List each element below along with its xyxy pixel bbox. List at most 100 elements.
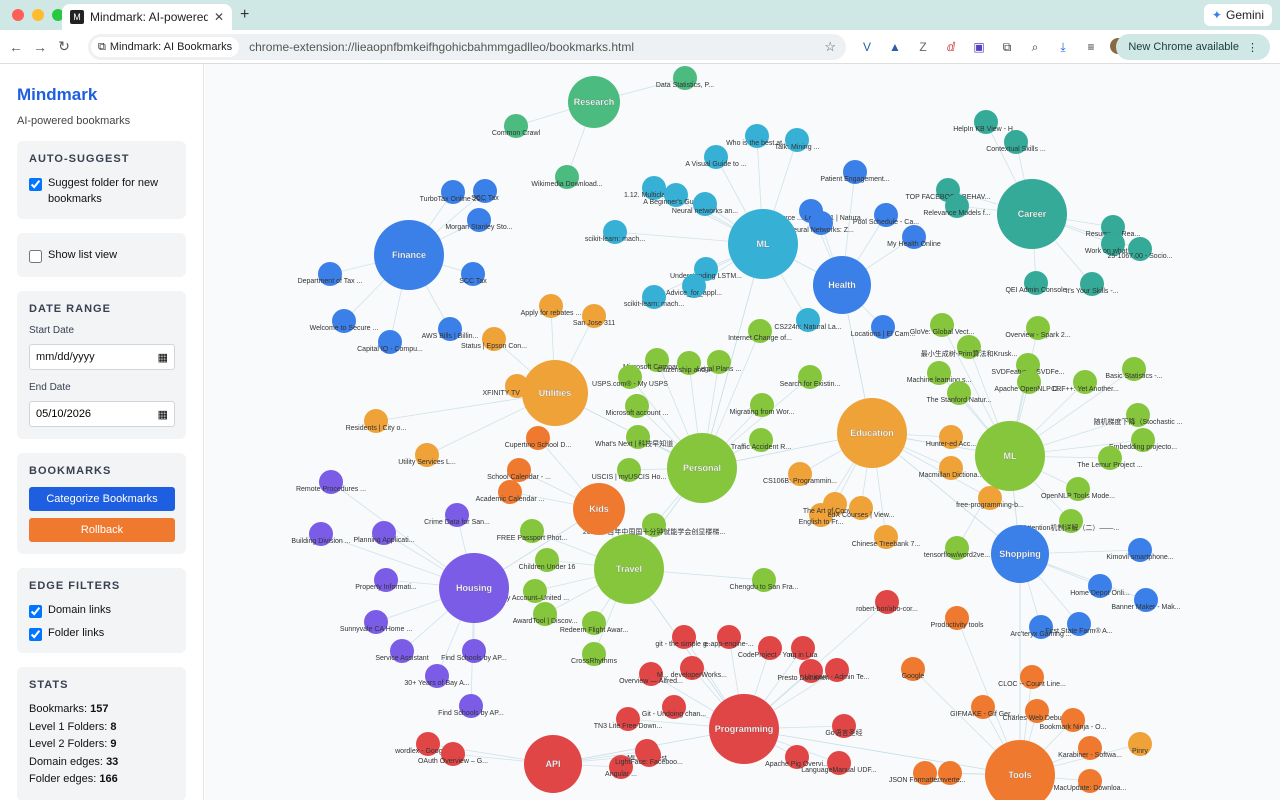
bookmark-node[interactable]: Remote Procedures ...	[296, 470, 366, 494]
folder-hub[interactable]: Utilities	[522, 360, 588, 426]
folder-hub[interactable]: ML	[728, 209, 798, 279]
minimize-window-icon[interactable]	[32, 9, 44, 21]
bookmark-node[interactable]: Common Crawl	[492, 114, 541, 138]
calendar-icon[interactable]: ▦	[158, 351, 168, 364]
reload-icon[interactable]: ↻	[52, 38, 76, 55]
reading-list-icon[interactable]: ≡	[1082, 38, 1100, 56]
start-date-input[interactable]: mm/dd/yyyy ▦	[29, 344, 175, 370]
vee-extension-icon[interactable]: V	[858, 38, 876, 56]
grid-extension-icon[interactable]: ▣	[970, 38, 988, 56]
bookmark-node[interactable]: Legal Plans ...	[697, 350, 741, 374]
bookmark-node[interactable]: Utility Services L...	[398, 443, 456, 467]
bookmark-node[interactable]: AwardTool | Discov...	[513, 602, 578, 626]
forward-arrow-icon[interactable]: →	[28, 39, 52, 55]
bookmark-node[interactable]: Patient Engagement...	[820, 160, 890, 184]
bookmark-node[interactable]: A Visual Guide to ...	[685, 145, 747, 169]
bookmark-node[interactable]: Embedding projecto...	[1109, 428, 1177, 452]
bookmark-node[interactable]: Pinry	[1128, 732, 1152, 756]
bookmark-node[interactable]: CS106B: Programmin...	[763, 462, 837, 486]
bookmark-node[interactable]: Search for Existin...	[780, 365, 841, 389]
menu-kebab-icon[interactable]: ⋮	[1247, 41, 1258, 54]
domain-links-option[interactable]: Domain links	[29, 602, 174, 618]
browser-tab[interactable]: M Mindmark: AI-powered Bookm… ✕	[62, 4, 232, 30]
folder-hub[interactable]: Education	[837, 398, 907, 468]
bookmark-node[interactable]: Contextual Skills ...	[986, 130, 1046, 154]
bookmark-node[interactable]: MacUpdate: Downloa...	[1054, 769, 1127, 793]
bookmark-node[interactable]: CLOC -- Count Line...	[998, 665, 1066, 689]
bookmark-node[interactable]: 最小生成树-Prim算法和Krusk...	[921, 335, 1017, 359]
new-tab-icon[interactable]: +	[240, 6, 249, 24]
bookmark-node[interactable]: Building Division ...	[291, 522, 351, 546]
bookmark-graph[interactable]: Data Statistics, P... Common Crawl Wikimed…	[205, 64, 1280, 800]
bookmark-node[interactable]: Cupertino School D...	[505, 426, 572, 450]
auto-suggest-option[interactable]: Suggest folder for new bookmarks	[29, 175, 174, 207]
bookmark-node[interactable]: CrossRhythms	[571, 642, 617, 666]
folder-hub[interactable]: Research	[568, 76, 620, 128]
folder-hub[interactable]: API	[524, 735, 582, 793]
bookmark-node[interactable]: GloVe: Global Vect...	[910, 313, 975, 337]
bookmark-node[interactable]: Chengdu to San Fra...	[730, 568, 799, 592]
bookmark-node[interactable]: It's Your Skills -...	[1065, 272, 1119, 296]
bookmark-node[interactable]: First State Farm® A...	[1045, 612, 1113, 636]
bookmark-node[interactable]: tensorflow/word2ve...	[924, 536, 990, 560]
bookmark-node[interactable]: Find Schools by AP...	[438, 694, 504, 718]
bookmark-node[interactable]: AWS Bills | Billin...	[422, 317, 479, 341]
chrome-update-button[interactable]: New Chrome available ⋮	[1116, 34, 1270, 60]
bookmark-node[interactable]: SCC Tax	[459, 262, 487, 286]
graph-svg[interactable]: Data Statistics, P... Common Crawl Wikimed…	[205, 64, 1280, 800]
bookmark-node[interactable]: Planning Applicati...	[353, 521, 415, 545]
bookmark-node[interactable]: Service Assistant	[375, 639, 429, 663]
bookmark-node[interactable]: What's Next | 科技早知道 ...	[595, 425, 681, 449]
close-tab-icon[interactable]: ✕	[214, 10, 224, 24]
gemini-button[interactable]: ✦ Gemini	[1203, 4, 1272, 26]
bookmark-node[interactable]: Understanding LSTM...	[670, 257, 742, 281]
bookmark-node[interactable]: Overview - Spark 2...	[1005, 316, 1071, 340]
bookmark-node[interactable]: Arc'teryx Gaming ...	[1010, 615, 1072, 639]
bookmark-node[interactable]: Crime Data for San...	[424, 503, 490, 527]
bookmark-node[interactable]: Apply for rebates ...	[521, 294, 582, 318]
bookmark-node[interactable]: robert-bor/aho-cor...	[856, 590, 918, 614]
list-view-checkbox[interactable]	[29, 250, 42, 263]
bookmark-node[interactable]: Locations | El Cam...	[851, 315, 916, 339]
folder-hub[interactable]: Personal	[667, 433, 737, 503]
bookmark-node[interactable]: Kimovil smartphone...	[1106, 538, 1174, 562]
bookmark-node[interactable]: scikit-learn: mach...	[585, 220, 645, 244]
folder-hub[interactable]: Health	[813, 256, 871, 314]
calendar-icon[interactable]: ▦	[158, 408, 168, 421]
folder-links-option[interactable]: Folder links	[29, 625, 174, 641]
zed-extension-icon[interactable]: Z	[914, 38, 932, 56]
bookmark-node[interactable]: Macmillan Dictiona...	[919, 456, 984, 480]
bookmark-node[interactable]: Migrating from Wor...	[730, 393, 795, 417]
bookmark-node[interactable]: Karabiner - Softwa...	[1058, 736, 1122, 760]
bookmark-node[interactable]: 随机梯度下降（Stochastic ...	[1093, 403, 1183, 427]
bookmark-node[interactable]: Residents | City o...	[346, 409, 407, 433]
bookmark-node[interactable]: Data Statistics, P...	[656, 66, 714, 90]
bookmark-node[interactable]: Welcome to Secure ...	[310, 309, 379, 333]
rollback-button[interactable]: Rollback	[29, 518, 175, 542]
list-view-option[interactable]: Show list view	[29, 247, 174, 263]
folder-hub[interactable]: Shopping	[991, 525, 1049, 583]
bookmark-node[interactable]: Internet Change of...	[728, 319, 792, 343]
bookmark-node[interactable]: Academic Calendar ...	[476, 480, 545, 504]
slash-extension-icon[interactable]: ⅆ	[942, 38, 960, 56]
bookmark-node[interactable]: Traffic Accident R...	[731, 428, 791, 452]
folder-hub[interactable]: ML	[975, 421, 1045, 491]
bookmark-node[interactable]: OpenNLP Tools Mode...	[1041, 477, 1115, 501]
extension-chip[interactable]: ⧉ Mindmark: AI Bookmarks	[91, 37, 240, 57]
bookmark-node[interactable]: My Account–United ...	[501, 579, 569, 603]
bookmark-node[interactable]: e-app-engine-...	[704, 625, 754, 649]
bookmark-node[interactable]: QEI Admin Console	[1005, 271, 1067, 295]
bookmark-node[interactable]: USCIS | myUSCIS Ho...	[592, 458, 667, 482]
folder-links-checkbox[interactable]	[29, 628, 42, 641]
bookmark-node[interactable]: scikit-learn: mach...	[624, 285, 684, 309]
bookmark-node[interactable]: Google	[901, 657, 925, 681]
domain-links-checkbox[interactable]	[29, 605, 42, 618]
end-date-input[interactable]: 05/10/2026 ▦	[29, 401, 175, 427]
folder-hub[interactable]: Housing	[439, 553, 509, 623]
folder-hub[interactable]: Career	[997, 179, 1067, 249]
bookmark-node[interactable]: Productivity tools	[931, 606, 984, 630]
folder-hub[interactable]: Kids	[573, 483, 625, 535]
bookmark-node[interactable]: Capital IQ - Compu...	[357, 330, 423, 354]
bookmark-node[interactable]: Hunter-ed Acc...	[926, 425, 976, 449]
close-window-icon[interactable]	[12, 9, 24, 21]
